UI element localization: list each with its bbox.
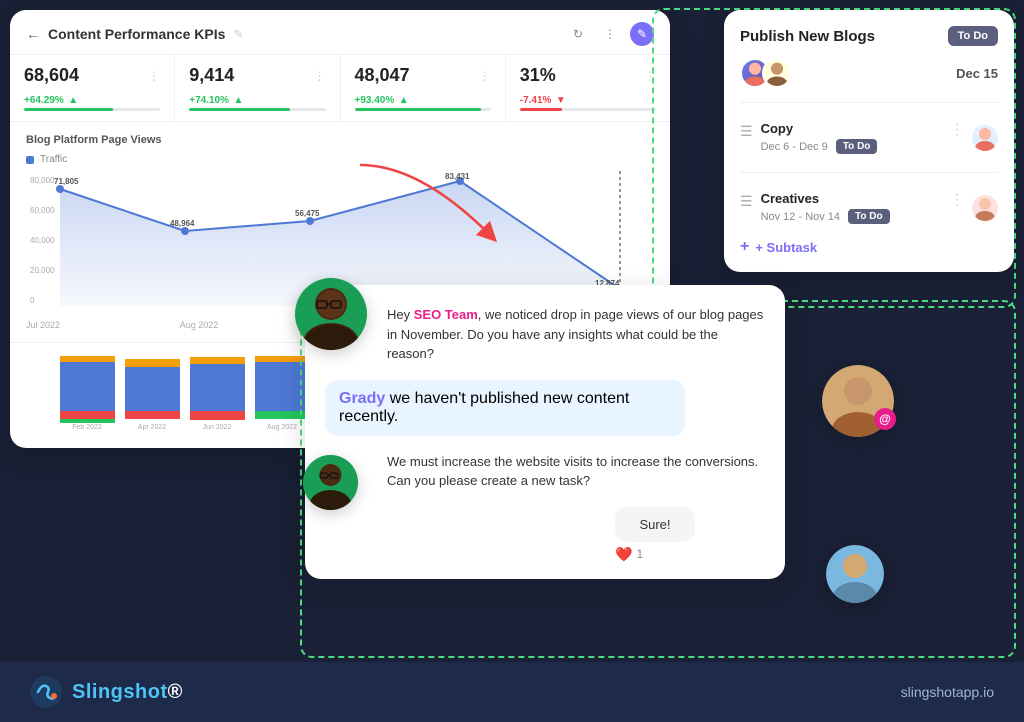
reaction-count: 1 xyxy=(636,547,643,561)
brand-name-text: Slingshot xyxy=(72,681,168,703)
edit-icon[interactable]: ✎ xyxy=(630,22,654,46)
reply-avatar xyxy=(826,545,884,603)
subtask-dots-creatives[interactable]: ⋮ xyxy=(950,191,964,208)
metric-change-1: +74.10% xyxy=(189,95,229,106)
chat-msg-1: Hey SEO Team, we noticed drop in page vi… xyxy=(325,305,765,364)
svg-text:48,964: 48,964 xyxy=(170,219,195,228)
subtask-copy-icon: ☰ xyxy=(740,123,753,140)
chat-msg-2: Grady we haven't published new content r… xyxy=(325,380,765,436)
more-icon[interactable]: ⋮ xyxy=(598,22,622,46)
metric-dots-0[interactable]: ⋮ xyxy=(148,69,160,83)
svg-text:Feb 2022: Feb 2022 xyxy=(72,424,102,431)
metric-change-2: +93.40% xyxy=(355,95,395,106)
chart-label-0: Jul 2022 xyxy=(26,320,60,330)
sender-avatar-large xyxy=(295,278,367,350)
svg-text:60,000: 60,000 xyxy=(30,206,55,215)
svg-text:40,000: 40,000 xyxy=(30,236,55,245)
seo-team-mention: SEO Team xyxy=(414,307,478,322)
info-icon[interactable]: ✎ xyxy=(233,27,243,41)
subtask-avatar-creatives xyxy=(972,195,998,221)
task-card: Publish New Blogs To Do Dec 15 ☰ Copy De… xyxy=(724,10,1014,272)
legend-dot xyxy=(26,156,34,164)
add-subtask-button[interactable]: + + Subtask xyxy=(740,238,998,256)
subtask-date-creatives: Nov 12 - Nov 14 xyxy=(761,211,840,223)
svg-text:Jun 2022: Jun 2022 xyxy=(203,424,232,431)
subtask-row-copy: ☰ Copy Dec 6 - Dec 9 To Do ⋮ xyxy=(740,113,998,162)
msg-content-3: We must increase the website visits to i… xyxy=(387,452,765,491)
task-avatars xyxy=(740,58,784,88)
metric-value-0: 68,604 xyxy=(24,65,79,86)
svg-text:56,475: 56,475 xyxy=(295,209,320,218)
kpi-header: ← Content Performance KPIs ✎ ↻ ⋮ ✎ xyxy=(10,10,670,55)
metric-value-1: 9,414 xyxy=(189,65,234,86)
add-subtask-label: + Subtask xyxy=(755,240,817,255)
task-divider-2 xyxy=(740,172,998,173)
plus-icon: + xyxy=(740,238,749,256)
subtask-avatar-copy xyxy=(972,125,998,151)
grady-mention: Grady xyxy=(339,390,385,407)
svg-text:71,805: 71,805 xyxy=(54,177,79,186)
svg-text:Apr 2022: Apr 2022 xyxy=(138,424,167,431)
heart-emoji: ❤️ xyxy=(615,546,632,563)
msg-text-3: We must increase the website visits to i… xyxy=(387,452,765,491)
metrics-row: 68,604 ⋮ +64.29% ▲ 9,414 ⋮ +74.10% ▲ 48,… xyxy=(10,55,670,122)
chat-card: Hey SEO Team, we noticed drop in page vi… xyxy=(305,285,785,579)
svg-text:Aug 2022: Aug 2022 xyxy=(267,424,297,431)
metric-cell-2: 48,047 ⋮ +93.40% ▲ xyxy=(341,55,506,121)
kpi-title: Content Performance KPIs xyxy=(48,26,225,42)
subtask-date-copy: Dec 6 - Dec 9 xyxy=(761,141,828,153)
task-header: Publish New Blogs To Do xyxy=(740,26,998,46)
msg-text-1: Hey SEO Team, we noticed drop in page vi… xyxy=(387,305,765,364)
chart-title: Blog Platform Page Views xyxy=(26,134,654,146)
avatar-2 xyxy=(762,58,792,88)
chat-msg-4: Sure! ❤️ 1 xyxy=(325,507,765,563)
chat-msg-3: We must increase the website visits to i… xyxy=(325,452,765,491)
bottom-bar: Slingshot® slingshotapp.io xyxy=(0,662,1024,722)
subtask-status-creatives: To Do xyxy=(848,209,890,224)
brand-logo-icon xyxy=(30,676,62,708)
msg-content-1: Hey SEO Team, we noticed drop in page vi… xyxy=(387,305,765,364)
sender-avatar-2 xyxy=(303,455,358,510)
back-arrow-icon[interactable]: ← xyxy=(26,26,40,42)
svg-text:80,000: 80,000 xyxy=(30,176,55,185)
svg-text:20,000: 20,000 xyxy=(30,266,55,275)
subtask-status-copy: To Do xyxy=(836,139,878,154)
svg-text:0: 0 xyxy=(30,296,35,305)
task-meta: Dec 15 xyxy=(740,58,998,88)
brand-name: Slingshot® xyxy=(72,681,183,704)
sure-text: Sure! xyxy=(639,517,670,532)
metric-dots-1[interactable]: ⋮ xyxy=(314,69,326,83)
subtask-name-creatives: Creatives xyxy=(761,191,942,206)
brand-url: slingshotapp.io xyxy=(901,684,994,700)
subtask-info-creatives: Creatives Nov 12 - Nov 14 To Do xyxy=(761,191,942,224)
mention-badge: @ xyxy=(874,408,896,430)
svg-text:83,431: 83,431 xyxy=(445,172,470,181)
msg-bubble-2: Grady we haven't published new content r… xyxy=(325,380,685,436)
sure-bubble: Sure! xyxy=(615,507,695,542)
metric-dots-3[interactable]: ⋮ xyxy=(644,69,656,83)
subtask-creatives-icon: ☰ xyxy=(740,193,753,210)
task-due-date: Dec 15 xyxy=(956,66,998,81)
subtask-row-creatives: ☰ Creatives Nov 12 - Nov 14 To Do ⋮ xyxy=(740,183,998,232)
subtask-info-copy: Copy Dec 6 - Dec 9 To Do xyxy=(761,121,942,154)
metric-value-3: 31% xyxy=(520,65,556,86)
refresh-icon[interactable]: ↻ xyxy=(566,22,590,46)
metric-dots-2[interactable]: ⋮ xyxy=(479,69,491,83)
subtask-dots-copy[interactable]: ⋮ xyxy=(950,121,964,138)
subtask-name-copy: Copy xyxy=(761,121,942,136)
brand: Slingshot® xyxy=(30,676,183,708)
legend-label: Traffic xyxy=(40,154,67,165)
metric-cell-0: 68,604 ⋮ +64.29% ▲ xyxy=(10,55,175,121)
task-divider xyxy=(740,102,998,103)
metric-cell-1: 9,414 ⋮ +74.10% ▲ xyxy=(175,55,340,121)
task-title: Publish New Blogs xyxy=(740,28,875,45)
reaction-row: ❤️ 1 xyxy=(615,546,695,563)
chart-label-1: Aug 2022 xyxy=(180,320,219,330)
task-status-badge: To Do xyxy=(948,26,998,46)
metric-change-0: +64.29% xyxy=(24,95,64,106)
metric-cell-3: 31% ⋮ -7.41% ▼ xyxy=(506,55,670,121)
metric-change-3: -7.41% xyxy=(520,95,552,106)
metric-value-2: 48,047 xyxy=(355,65,410,86)
